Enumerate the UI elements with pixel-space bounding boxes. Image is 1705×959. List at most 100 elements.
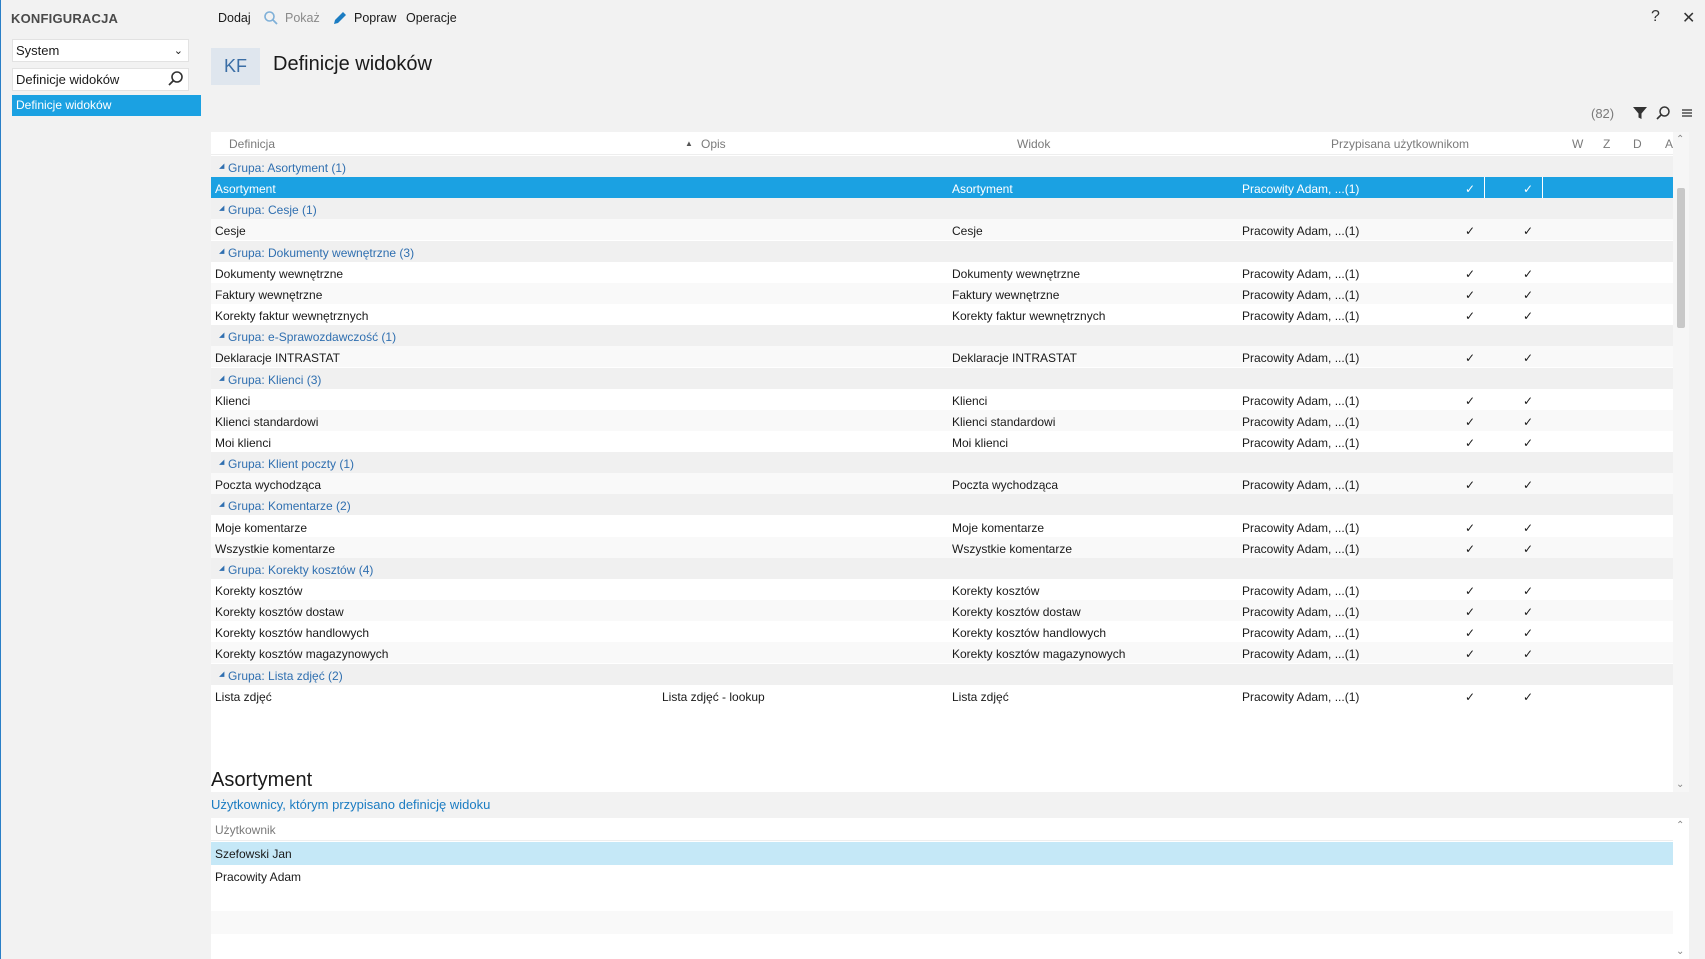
filter-icon[interactable] (1632, 105, 1648, 121)
search-icon[interactable] (1655, 105, 1671, 121)
cell-przypisana: Pracowity Adam, ...(1) (1242, 393, 1360, 408)
operations-button[interactable]: Operacje (406, 11, 457, 25)
cell-definicja: Moje komentarze (215, 520, 308, 535)
column-header-w[interactable]: W (1572, 137, 1583, 151)
column-header-opis[interactable]: Opis (701, 137, 726, 151)
cell-d: ✓ (1523, 605, 1534, 620)
scroll-up-icon[interactable]: ⌃ (1676, 134, 1684, 145)
column-header-przypisana[interactable]: Przypisana użytkownikom (1331, 137, 1469, 151)
cell-d: ✓ (1523, 647, 1534, 662)
toolbar: Dodaj Pokaż Popraw Operacje ? ✕ (201, 0, 1705, 38)
group-row[interactable]: ◢ Grupa: Korekty kosztów (4) (211, 557, 1689, 579)
collapse-triangle-icon[interactable]: ◢ (219, 458, 224, 466)
scroll-up-icon[interactable]: ⌃ (1676, 820, 1684, 831)
cell-definicja: Lista zdjęć (215, 689, 272, 704)
column-header-widok[interactable]: Widok (1017, 137, 1050, 151)
edit-button[interactable]: Popraw (354, 11, 396, 25)
group-row[interactable]: ◢ Grupa: Lista zdjęć (2) (211, 663, 1689, 685)
add-button[interactable]: Dodaj (218, 11, 251, 25)
group-row[interactable]: ◢ Grupa: Komentarze (2) (211, 494, 1689, 516)
cell-w: ✓ (1465, 605, 1476, 620)
table-row[interactable]: Klienci Klienci Pracowity Adam, ...(1) ✓ ✓ (211, 389, 1689, 410)
cell-przypisana: Pracowity Adam, ...(1) (1242, 309, 1360, 324)
panel-title: KONFIGURACJA (11, 11, 119, 26)
module-badge: KF (211, 48, 260, 85)
group-row[interactable]: ◢ Grupa: Dokumenty wewnętrzne (3) (211, 240, 1689, 262)
collapse-triangle-icon[interactable]: ◢ (219, 564, 224, 572)
cell-w: ✓ (1465, 309, 1476, 324)
collapse-triangle-icon[interactable]: ◢ (219, 204, 224, 212)
list-item[interactable]: Pracowity Adam (211, 865, 1689, 888)
table-row[interactable]: Korekty kosztów Korekty kosztów Pracowity … (211, 579, 1689, 600)
search-icon[interactable] (166, 69, 186, 89)
close-icon[interactable]: ✕ (1682, 8, 1695, 28)
table-row[interactable]: Korekty kosztów handlowych Korekty kosztó… (211, 621, 1689, 642)
column-separator (1484, 177, 1485, 201)
collapse-triangle-icon[interactable]: ◢ (219, 374, 224, 382)
cell-przypisana: Pracowity Adam, ...(1) (1242, 287, 1360, 302)
search-input[interactable]: Definicje widoków (12, 68, 189, 91)
list-item[interactable]: Szefowski Jan (211, 842, 1689, 865)
table-row[interactable]: Dokumenty wewnętrzne Dokumenty wewnętrzne… (211, 262, 1689, 283)
cell-w: ✓ (1465, 584, 1476, 598)
column-header-definicja[interactable]: Definicja (229, 137, 275, 151)
collapse-triangle-icon[interactable]: ◢ (219, 670, 224, 678)
cell-d: ✓ (1523, 414, 1534, 429)
cell-widok: Faktury wewnętrzne (952, 287, 1060, 302)
grid-scrollbar[interactable]: ⌃ ⌄ (1673, 132, 1689, 792)
column-header-uzytkownik[interactable]: Użytkownik (215, 823, 276, 837)
collapse-triangle-icon[interactable]: ◢ (219, 162, 224, 170)
menu-icon[interactable] (1679, 105, 1695, 121)
table-row[interactable]: Korekty faktur wewnętrznych Korekty faktu… (211, 304, 1689, 325)
table-row[interactable]: Cesje Cesje Pracowity Adam, ...(1) ✓ ✓ (211, 219, 1689, 241)
table-row[interactable]: Moi klienci Moi klienci Pracowity Adam, ..… (211, 431, 1689, 452)
column-header-a[interactable]: A (1665, 137, 1673, 151)
scroll-thumb[interactable] (1677, 188, 1685, 328)
table-row[interactable]: Moje komentarze Moje komentarze Pracowity … (211, 516, 1689, 537)
table-row[interactable]: Asortyment Asortyment Pracowity Adam, ...(… (211, 177, 1689, 201)
users-grid-header: Użytkownik (211, 818, 1689, 841)
group-label: Grupa: Asortyment (1) (228, 161, 347, 175)
table-row[interactable]: Korekty kosztów magazynowych Korekty kosz… (211, 642, 1689, 664)
collapse-triangle-icon[interactable]: ◢ (219, 247, 224, 255)
cell-widok: Wszystkie komentarze (952, 541, 1073, 556)
collapse-triangle-icon[interactable]: ◢ (219, 500, 224, 508)
cell-w: ✓ (1465, 414, 1476, 429)
table-row[interactable]: Faktury wewnętrzne Faktury wewnętrzne Prac… (211, 282, 1689, 304)
help-icon[interactable]: ? (1651, 8, 1660, 26)
scroll-down-icon[interactable]: ⌄ (1676, 946, 1684, 957)
table-row[interactable]: Lista zdjęć Lista zdjęć - lookup Lista zdj… (211, 685, 1689, 706)
group-row[interactable]: ◢ Grupa: e-Sprawozdawczość (1) (211, 325, 1689, 347)
module-select[interactable]: System ⌄ (12, 39, 189, 62)
group-row[interactable]: ◢ Grupa: Cesje (1) (211, 198, 1689, 220)
cell-definicja: Korekty kosztów (215, 584, 303, 598)
scroll-down-icon[interactable]: ⌄ (1676, 779, 1684, 790)
users-grid: Użytkownik Szefowski Jan Pracowity Adam … (211, 818, 1689, 959)
cell-definicja: Moi klienci (215, 435, 272, 450)
collapse-triangle-icon[interactable]: ◢ (219, 331, 224, 339)
group-row[interactable]: ◢ Grupa: Klienci (3) (211, 367, 1689, 389)
cell-przypisana: Pracowity Adam, ...(1) (1242, 605, 1360, 620)
group-row[interactable]: ◢ Grupa: Asortyment (1) (211, 156, 1689, 177)
show-button[interactable]: Pokaż (285, 11, 320, 25)
table-row[interactable]: Klienci standardowi Klienci standardowi Pr… (211, 409, 1689, 431)
table-row[interactable]: Poczta wychodząca Poczta wychodząca Pracow… (211, 473, 1689, 495)
cell-w: ✓ (1465, 266, 1476, 281)
column-header-d[interactable]: D (1633, 137, 1642, 151)
column-header-z[interactable]: Z (1603, 137, 1610, 151)
cell-widok: Cesje (952, 224, 983, 239)
definitions-grid: Definicja ▲ Opis Widok Przypisana użytko… (211, 132, 1689, 792)
cell-d: ✓ (1523, 393, 1534, 408)
cell-definicja: Faktury wewnętrzne (215, 287, 323, 302)
table-row[interactable]: Wszystkie komentarze Wszystkie komentarze… (211, 536, 1689, 558)
group-row[interactable]: ◢ Grupa: Klient poczty (1) (211, 452, 1689, 474)
users-scrollbar[interactable]: ⌃ ⌄ (1673, 818, 1689, 959)
cell-widok: Klienci standardowi (952, 414, 1056, 429)
group-label: Grupa: Korekty kosztów (4) (228, 562, 374, 577)
cell-w: ✓ (1465, 626, 1476, 641)
sidebar-item-definicje-widokow[interactable]: Definicje widoków (12, 95, 201, 116)
group-label: Grupa: Komentarze (2) (228, 499, 351, 514)
cell-d: ✓ (1523, 266, 1534, 281)
table-row[interactable]: Deklaracje INTRASTAT Deklaracje INTRASTAT… (211, 346, 1689, 368)
table-row[interactable]: Korekty kosztów dostaw Korekty kosztów do… (211, 600, 1689, 622)
